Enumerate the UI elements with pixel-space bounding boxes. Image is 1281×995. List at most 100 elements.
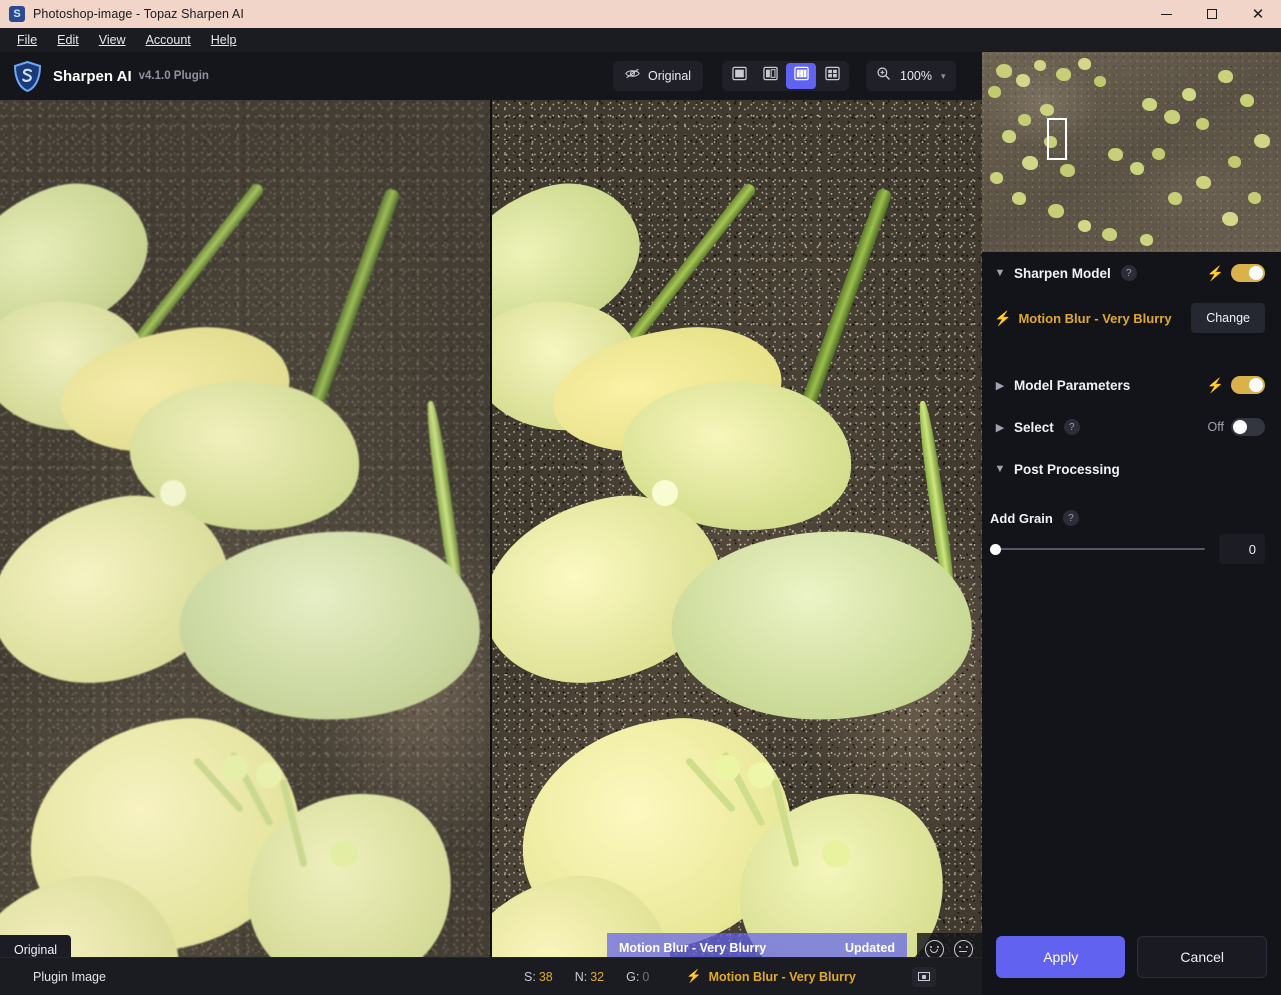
original-toggle-button[interactable]: Original [613,61,704,91]
section-select-controls: Off [1208,418,1265,436]
split-two-icon [762,66,778,86]
navigator-viewport-rectangle[interactable] [1047,118,1067,160]
app-icon: S [9,6,25,22]
stamen-anther [652,480,678,506]
flower-cluster [1048,204,1064,218]
section-post-processing[interactable]: ▼ Post Processing [982,448,1281,490]
sharpen-model-toggle[interactable] [1231,264,1265,282]
section-model-parameters-title: Model Parameters [1014,377,1131,393]
image-pane-processed[interactable]: Motion Blur - Very Blurry Updated [492,100,982,995]
brand-block: Sharpen AI v4.1.0 Plugin [0,60,209,92]
apply-button[interactable]: Apply [996,936,1126,978]
chevron-right-icon[interactable]: ▶ [990,379,1010,392]
panel-action-buttons: Apply Cancel [982,919,1281,995]
model-parameters-toggle[interactable] [1231,376,1265,394]
view-mode-single-button[interactable] [724,63,754,89]
preview-window-icon[interactable] [912,966,936,987]
question-mark-icon[interactable]: ? [1063,419,1080,435]
stat-grain-value: 0 [642,969,650,984]
stamen-anther [822,840,850,868]
add-grain-header: Add Grain ? [990,510,1265,526]
menu-account[interactable]: Account [137,30,200,50]
flower-cluster [988,86,1001,98]
view-mode-split-two-button[interactable] [755,63,785,89]
menu-account-label: Account [145,33,191,47]
navigator-preview[interactable] [982,52,1281,252]
application-body: Sharpen AI v4.1.0 Plugin Original 100% ▾… [0,52,1281,995]
select-toggle[interactable] [1231,418,1265,436]
question-mark-icon[interactable]: ? [1120,265,1137,281]
flower-cluster [1056,68,1071,81]
add-grain-row: 0 [990,534,1265,564]
flower-cluster [1196,118,1209,130]
flower-cluster [1040,104,1054,116]
happy-face-icon[interactable] [925,939,944,959]
view-mode-group [722,61,849,91]
brand-name: Sharpen AI [53,67,132,85]
processed-status-label: Updated [845,940,895,955]
sharpen-model-selection-row: ⚡ Motion Blur - Very Blurry Change [982,298,1281,338]
maximize-button[interactable] [1189,0,1235,28]
section-model-parameters[interactable]: ▶ Model Parameters ⚡ [982,364,1281,406]
flower-cluster [1164,110,1180,124]
menu-edit[interactable]: Edit [48,30,88,50]
menu-help[interactable]: Help [202,30,246,50]
original-toggle-label: Original [648,69,692,83]
close-button[interactable]: ✕ [1235,0,1281,28]
title-bar: S Photoshop-image - Topaz Sharpen AI ✕ [0,0,1281,28]
add-grain-slider-track [990,548,1205,550]
chevron-right-icon[interactable]: ▶ [990,421,1010,434]
magnifier-plus-icon [876,66,891,86]
close-icon: ✕ [1251,5,1265,23]
flower-cluster [1022,156,1038,170]
flower-cluster [1222,212,1238,226]
square-single-icon [731,66,747,86]
flower-cluster [1102,228,1117,241]
view-mode-split-three-button[interactable] [786,63,816,89]
status-model-label: Motion Blur - Very Blurry [708,969,856,984]
stat-sharpen-key: S: [524,969,536,984]
app-toolbar: Sharpen AI v4.1.0 Plugin Original 100% ▾ [0,52,982,100]
menu-view[interactable]: View [90,30,135,50]
status-stats: S: 38 N: 32 G: 0 [524,970,649,984]
change-model-button[interactable]: Change [1191,303,1265,333]
flower-cluster [1012,192,1026,205]
section-select[interactable]: ▶ Select ? Off [982,406,1281,448]
chevron-down-icon[interactable]: ▾ [941,71,946,82]
question-mark-icon[interactable]: ? [1062,510,1079,526]
image-pane-original[interactable]: Original [0,100,490,995]
processed-model-label: Motion Blur - Very Blurry [619,940,767,955]
chevron-down-icon[interactable]: ▼ [990,463,1010,475]
neutral-face-icon[interactable] [954,939,973,959]
flower-cluster [1142,98,1157,111]
add-grain-slider-thumb[interactable] [990,543,1001,555]
menu-file-label: File [17,33,38,47]
add-grain-value-field[interactable]: 0 [1219,534,1265,564]
stat-sharpen-value: 38 [538,969,553,984]
brand-version: v4.1.0 Plugin [138,70,209,82]
stat-noise: N: 32 [575,970,604,984]
flower-cluster [1152,148,1165,160]
lightning-bolt-icon: ⚡ [1206,265,1224,281]
status-model-block: ⚡ Motion Blur - Very Blurry [686,970,856,984]
flower-cluster [1254,134,1270,148]
viewer-area: Sharpen AI v4.1.0 Plugin Original 100% ▾… [0,52,982,995]
flower-cluster [1228,156,1241,168]
section-sharpen-model[interactable]: ▼ Sharpen Model ? ⚡ [982,252,1281,294]
stamen-anther [256,762,282,788]
menu-view-label: View [98,33,126,47]
flower-cluster [1196,176,1211,189]
menu-file[interactable]: File [8,30,46,50]
section-select-title: Select [1014,419,1054,435]
eye-slash-icon [625,67,640,85]
window-title: Photoshop-image - Topaz Sharpen AI [33,7,244,21]
chevron-down-icon[interactable]: ▼ [990,267,1010,279]
minimize-button[interactable] [1143,0,1189,28]
stamen-anther [714,755,740,781]
view-mode-grid-button[interactable] [817,63,847,89]
cancel-button[interactable]: Cancel [1137,936,1267,978]
zoom-control[interactable]: 100% ▾ [866,61,956,91]
status-bar: Plugin Image S: 38 N: 32 G: 0 ⚡ Motion Blur… [0,957,982,995]
stamen-anther [330,840,358,868]
add-grain-slider[interactable] [990,542,1205,556]
